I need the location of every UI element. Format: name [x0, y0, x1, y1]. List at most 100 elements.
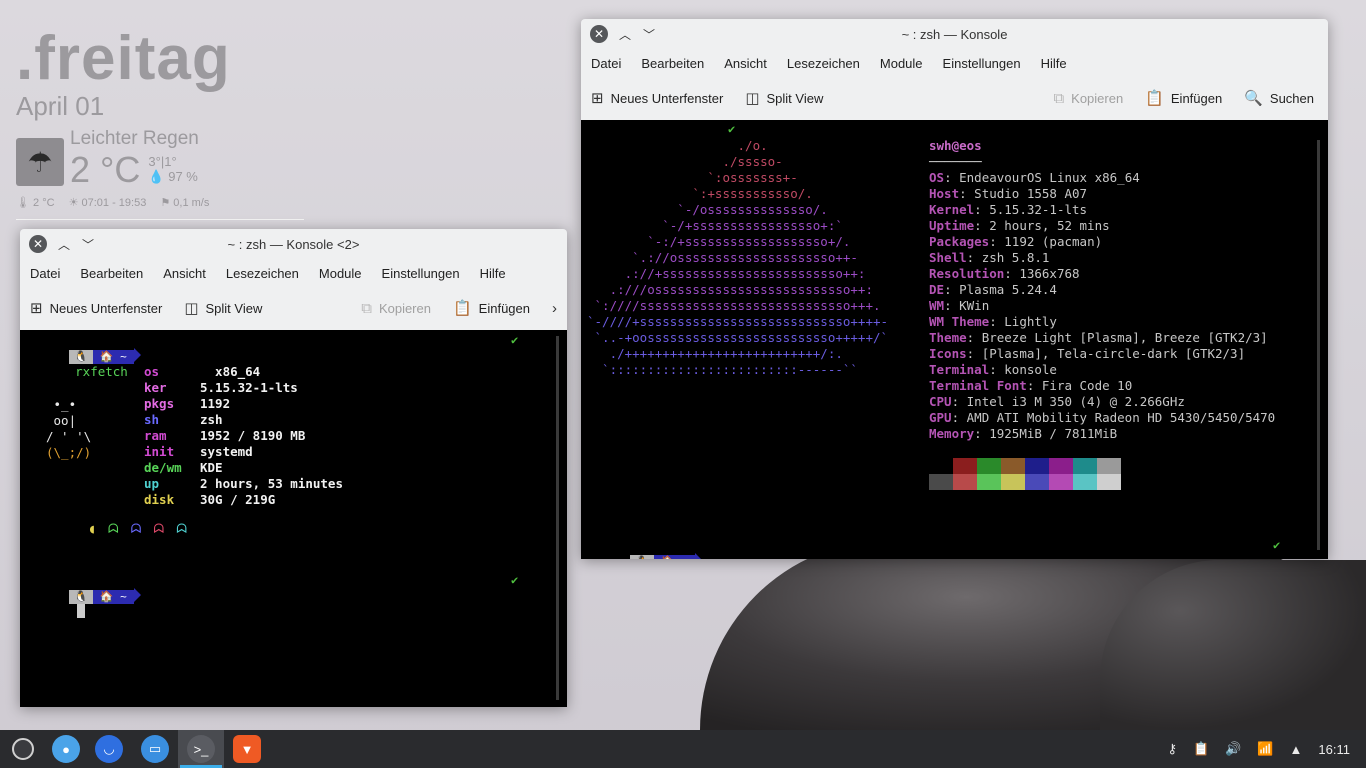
chevron-up-icon[interactable]: ︿ [618, 26, 632, 43]
new-tab-button[interactable]: ⊞ Neues Unterfenster [591, 89, 723, 107]
close-icon[interactable]: ✕ [29, 235, 47, 253]
rxfetch-key: ram [144, 428, 167, 443]
search-label: Suchen [1269, 90, 1314, 106]
copy-button[interactable]: ⧉ Kopieren [361, 300, 431, 317]
info-key: Resolution [929, 266, 1005, 281]
menu-datei[interactable]: Datei [591, 56, 621, 71]
rxfetch-key: pkgs [144, 396, 175, 411]
toolbar: ⊞ Neues Unterfenster ◫ Split View ⧉ Kopiere… [20, 287, 567, 329]
rxfetch-value: KDE [200, 460, 223, 475]
menu-module[interactable]: Module [880, 56, 923, 71]
system-info-row: CPU: Intel i3 M 350 (4) @ 2.266GHz [929, 394, 1185, 409]
prompt-arrow [694, 553, 702, 559]
menu-bearbeiten[interactable]: Bearbeiten [641, 56, 704, 71]
scrollbar[interactable] [556, 336, 559, 700]
taskbar-app-settings[interactable]: ● [46, 730, 86, 768]
chevron-down-icon[interactable]: ﹀ [642, 26, 656, 43]
taskbar-app-konsole[interactable]: >_ [178, 730, 224, 768]
more-chevron-icon[interactable]: › [552, 300, 557, 317]
new-tab-button[interactable]: ⊞ Neues Unterfenster [30, 299, 162, 317]
folder-icon: ▭ [141, 735, 169, 763]
titlebar[interactable]: ✕ ︿ ﹀ ~ : zsh — Konsole <2> [20, 229, 567, 259]
tux-icon: 🐧 [69, 590, 93, 604]
info-value: [Plasma], Tela-circle-dark [GTK2/3] [981, 346, 1246, 361]
chevron-up-icon[interactable]: ︿ [57, 236, 71, 253]
menu-bearbeiten[interactable]: Bearbeiten [80, 266, 143, 281]
info-value: Studio 1558 A07 [974, 186, 1088, 201]
user-lock-icon[interactable]: ⚷ [1167, 741, 1177, 757]
expand-tray-icon[interactable]: ▲ [1290, 742, 1303, 757]
date-label: April 01 [16, 91, 105, 121]
system-info-row: Icons: [Plasma], Tela-circle-dark [GTK2/… [929, 346, 1246, 361]
rxfetch-key: sh [144, 412, 160, 427]
paste-button[interactable]: 📋 Einfügen [453, 299, 530, 317]
system-tray: ⚷ 📋 🔊 📶 ▲ 16:11 [1167, 730, 1366, 768]
palette-swatch [953, 474, 977, 490]
system-info-row: Packages: 1192 (pacman) [929, 234, 1103, 249]
weather-condition: Leichter Regen [70, 128, 199, 149]
menu-ansicht[interactable]: Ansicht [163, 266, 206, 281]
rxfetch-value: 1192 [200, 396, 231, 411]
system-info-row: Theme: Breeze Light [Plasma], Breeze [GT… [929, 330, 1268, 345]
clock[interactable]: 16:11 [1318, 742, 1350, 757]
split-view-button[interactable]: ◫ Split View [184, 299, 262, 317]
terminal-area[interactable]: ✔ ./o. ./sssso- `:osssssss+- `:+ssssssss… [581, 120, 1328, 559]
menu-lesezeichen[interactable]: Lesezeichen [787, 56, 860, 71]
system-info-row: Resolution: 1366x768 [929, 266, 1080, 281]
launcher-icon [12, 738, 34, 760]
close-icon[interactable]: ✕ [590, 25, 608, 43]
checkmark-icon: ✔ [511, 573, 519, 587]
clipboard-icon[interactable]: 📋 [1193, 741, 1209, 757]
taskbar-app-brave[interactable]: ▼ [224, 730, 270, 768]
menu-einstellungen[interactable]: Einstellungen [943, 56, 1021, 71]
sunrise-icon: ☀ [68, 197, 79, 209]
menu-module[interactable]: Module [319, 266, 362, 281]
rxfetch-row: os x86_64 [144, 364, 343, 380]
prompt-home: 🏠 ~ [92, 590, 134, 604]
rxfetch-key: de/wm [144, 460, 182, 475]
system-info-row: WM: KWin [929, 298, 990, 313]
palette-swatch [1001, 458, 1025, 474]
new-tab-icon: ⊞ [30, 300, 43, 317]
paste-button[interactable]: 📋 Einfügen [1145, 89, 1222, 107]
info-value: 1192 (pacman) [1004, 234, 1103, 249]
new-tab-label: Neues Unterfenster [610, 90, 724, 106]
taskbar-app-discover[interactable]: ◡ [86, 730, 132, 768]
copy-button[interactable]: ⧉ Kopieren [1053, 90, 1123, 107]
menu-hilfe[interactable]: Hilfe [480, 266, 506, 281]
info-key: GPU [929, 410, 952, 425]
palette-swatch [953, 458, 977, 474]
application-launcher[interactable] [0, 730, 46, 768]
split-view-button[interactable]: ◫ Split View [745, 89, 823, 107]
rain-cloud-icon: ☂ [16, 138, 64, 186]
menubar: Datei Bearbeiten Ansicht Lesezeichen Mod… [581, 49, 1328, 77]
wifi-icon[interactable]: 📶 [1257, 741, 1273, 757]
endeavouros-ascii-logo: ./o. ./sssso- `:osssssss+- `:+ssssssssss… [587, 138, 888, 378]
menu-einstellungen[interactable]: Einstellungen [382, 266, 460, 281]
titlebar[interactable]: ✕ ︿ ﹀ ~ : zsh — Konsole [581, 19, 1328, 49]
prompt-arrow [133, 588, 141, 602]
copy-label: Kopieren [378, 300, 431, 316]
scrollbar[interactable] [1317, 140, 1320, 550]
system-info-row: Terminal: konsole [929, 362, 1057, 377]
menu-ansicht[interactable]: Ansicht [724, 56, 767, 71]
rxfetch-row: up 2 hours, 53 minutes [144, 476, 343, 492]
search-button[interactable]: 🔍 Suchen [1244, 89, 1314, 107]
taskbar-app-files[interactable]: ▭ [132, 730, 178, 768]
konsole-window-secondary[interactable]: ✕ ︿ ﹀ ~ : zsh — Konsole <2> Datei Bearbe… [20, 229, 567, 707]
system-info-row: Shell: zsh 5.8.1 [929, 250, 1050, 265]
menu-lesezeichen[interactable]: Lesezeichen [226, 266, 299, 281]
rxfetch-info-list: os x86_64 ker 5.15.32-1-lts pkgs 1192 sh zsh ra… [144, 364, 343, 508]
chevron-down-icon[interactable]: ﹀ [81, 236, 95, 253]
menu-datei[interactable]: Datei [30, 266, 60, 281]
ascii-art-line: `:+sssssssssso/. [587, 186, 813, 201]
info-value: Lightly [1004, 314, 1057, 329]
menu-hilfe[interactable]: Hilfe [1041, 56, 1067, 71]
prompt-home: 🏠 ~ [92, 350, 134, 364]
volume-icon[interactable]: 🔊 [1225, 741, 1241, 757]
palette-swatch [1025, 458, 1049, 474]
rxfetch-row: ker 5.15.32-1-lts [144, 380, 343, 396]
ascii-art-line: `:osssssss+- [587, 170, 798, 185]
konsole-window-main[interactable]: ✕ ︿ ﹀ ~ : zsh — Konsole Datei Bearbeiten… [581, 19, 1328, 559]
terminal-area[interactable]: 🐧 🏠 ~ rxfetch ✔ •_• oo| / ' '\ (\_;/) os x8… [20, 330, 567, 707]
